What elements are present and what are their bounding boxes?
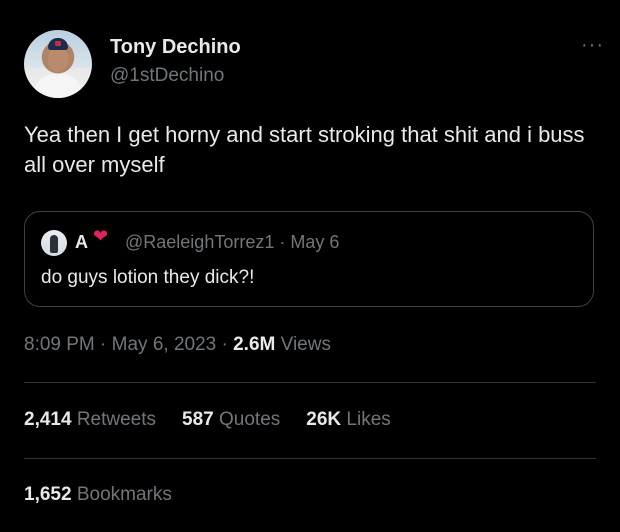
- retweets-label: Retweets: [71, 409, 157, 430]
- tweet-text: Yea then I get horny and start stroking …: [24, 122, 585, 177]
- likes-count: 26K: [306, 409, 342, 430]
- quotes-stat[interactable]: 587 Quotes: [182, 409, 280, 430]
- tweet-header: Tony Dechino @1stDechino ···: [24, 30, 604, 100]
- author-avatar[interactable]: [24, 30, 92, 98]
- retweets-stat[interactable]: 2,414 Retweets: [24, 409, 156, 430]
- author-handle[interactable]: @1stDechino: [110, 65, 224, 87]
- quoted-author-handle-date: @RaeleighTorrez1 · May 6: [125, 232, 340, 252]
- likes-label: Likes: [341, 409, 391, 430]
- likes-stat[interactable]: 26K Likes: [306, 409, 391, 430]
- avatar-face: [48, 48, 68, 72]
- quoted-author-avatar: [41, 230, 67, 256]
- avatar-shirt: [34, 74, 82, 98]
- tweet-timestamp[interactable]: 8:09 PM · May 6, 2023 ·: [24, 334, 233, 355]
- quoted-author-name: A: [75, 232, 88, 252]
- divider-top: [24, 382, 596, 383]
- quotes-label: Quotes: [213, 409, 281, 430]
- views-label: Views: [275, 334, 331, 355]
- bookmarks-count: 1,652: [24, 484, 72, 505]
- quoted-tweet-text: do guys lotion they dick?!: [41, 267, 255, 288]
- views-count: 2.6M: [233, 334, 276, 355]
- bookmarks-stat[interactable]: 1,652 Bookmarks: [24, 484, 172, 506]
- tweet-meta: 8:09 PM · May 6, 2023 · 2.6M Views: [24, 334, 331, 356]
- quotes-count: 587: [182, 409, 214, 430]
- author-display-name[interactable]: Tony Dechino: [110, 36, 241, 59]
- divider-bottom: [24, 458, 596, 459]
- engagement-stats: 2,414 Retweets 587 Quotes 26K Likes: [24, 409, 417, 431]
- heart-emoji-icon: ❤: [93, 226, 109, 246]
- quoted-tweet-card[interactable]: A ❤ @RaeleighTorrez1 · May 6 do guys lot…: [24, 211, 594, 307]
- more-options-icon[interactable]: ···: [581, 35, 604, 55]
- avatar-cap: [48, 38, 68, 50]
- bookmarks-label: Bookmarks: [71, 484, 172, 505]
- retweets-count: 2,414: [24, 409, 72, 430]
